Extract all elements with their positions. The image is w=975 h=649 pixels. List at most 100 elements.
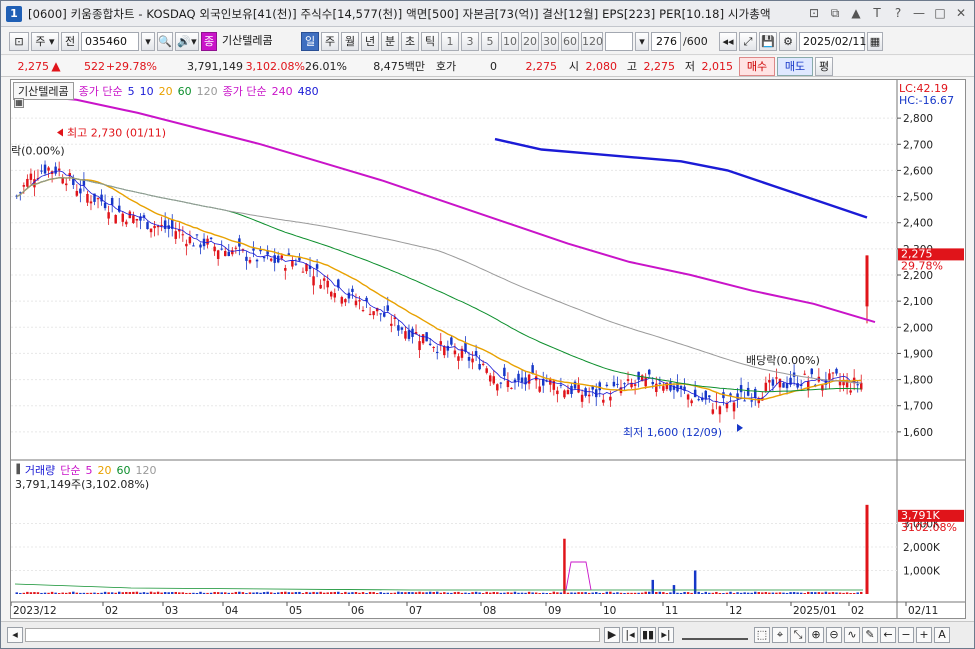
interval-dropdown-icon[interactable]: ▾ — [635, 32, 649, 51]
volume-bar — [238, 591, 241, 594]
buy-button[interactable]: 매수 — [739, 56, 775, 76]
code-dropdown-icon[interactable]: ▾ — [141, 32, 155, 51]
zoom-in-icon[interactable]: ⊕ — [808, 627, 824, 643]
volume-bar — [471, 592, 474, 594]
candle-body — [26, 178, 29, 187]
volume-bar — [404, 592, 407, 594]
font-size-icon[interactable]: A — [934, 627, 950, 643]
period-tick-button[interactable]: 틱 — [421, 32, 439, 51]
period-minute-button[interactable]: 분 — [381, 32, 399, 51]
candle-body — [199, 244, 202, 248]
scroll-start-icon[interactable]: ◂ — [7, 627, 23, 643]
period-month-button[interactable]: 월 — [341, 32, 359, 51]
chart-area[interactable]: 2,8002,7002,6002,5002,4002,3002,2002,100… — [10, 79, 966, 619]
layout-icon[interactable]: ⊡ — [807, 5, 821, 21]
draw-icon[interactable]: ✎ — [862, 627, 878, 643]
select-icon[interactable]: ⬚ — [754, 627, 770, 643]
indicator-icon[interactable]: ⤢ — [739, 32, 757, 51]
date-input[interactable]: 2025/02/11 — [799, 32, 866, 51]
interval-10-button[interactable]: 10 — [501, 32, 519, 51]
interval-60-button[interactable]: 60 — [561, 32, 579, 51]
candle-body — [22, 185, 26, 187]
candle-body — [96, 198, 100, 200]
candle-body — [110, 198, 114, 205]
candle-body — [835, 368, 838, 374]
bar-count-input[interactable]: 276 — [651, 32, 681, 51]
interval-1-button[interactable]: 1 — [441, 32, 459, 51]
jump-back-icon[interactable]: |◂ — [622, 627, 638, 643]
maximize-icon[interactable]: □ — [933, 5, 947, 21]
volume-bar — [287, 592, 291, 594]
trend-icon[interactable]: ∿ — [844, 627, 860, 643]
volume-bar — [125, 591, 128, 594]
time-scrollbar[interactable] — [25, 628, 600, 642]
plus-icon[interactable]: + — [916, 627, 932, 643]
volume-bar — [344, 591, 347, 594]
scroll-left-icon[interactable]: ◂◂ — [719, 32, 737, 51]
volume-bar — [739, 592, 743, 594]
crosshair-icon[interactable]: ⌖ — [772, 627, 788, 643]
volume-bar — [729, 591, 732, 594]
candle-body — [803, 373, 806, 375]
stock-code-input[interactable]: 035460 — [81, 32, 139, 51]
interval-3-button[interactable]: 3 — [461, 32, 479, 51]
minus-icon[interactable]: − — [898, 627, 914, 643]
minimize-icon[interactable]: — — [912, 5, 926, 21]
interval-120-button[interactable]: 120 — [581, 32, 603, 51]
candle-body — [467, 357, 471, 361]
period-second-button[interactable]: 초 — [401, 32, 419, 51]
zoom-slider[interactable] — [682, 630, 748, 640]
zoom-out-icon[interactable]: ⊖ — [826, 627, 842, 643]
volume-bar — [725, 592, 729, 594]
search-icon[interactable]: 🔍 — [157, 32, 173, 51]
volume-bar — [435, 591, 439, 594]
close-icon[interactable]: ✕ — [954, 5, 968, 21]
volume-bar — [255, 592, 259, 594]
avg-button[interactable]: 평 — [815, 56, 833, 76]
ma60-line — [16, 177, 862, 393]
interval-5-button[interactable]: 5 — [481, 32, 499, 51]
candle-body — [732, 402, 736, 412]
volume-bar — [128, 592, 132, 594]
candle-body — [354, 300, 358, 306]
sound-icon[interactable]: 🔊▾ — [175, 32, 199, 51]
volume-bar — [439, 592, 443, 594]
candle-body — [351, 288, 354, 292]
price-volume-chart[interactable]: 2,8002,7002,6002,5002,4002,3002,2002,100… — [11, 80, 965, 618]
volume-bar — [269, 592, 273, 594]
restore-window-icon[interactable]: ⧉ — [828, 5, 842, 21]
interval-20-button[interactable]: 20 — [521, 32, 539, 51]
pin-icon[interactable]: ▲ — [849, 5, 863, 21]
candle-body — [213, 246, 216, 252]
fit-icon[interactable]: ⤡ — [790, 627, 806, 643]
market-select[interactable]: 주 ▾ — [31, 32, 59, 51]
volume-bar — [15, 592, 19, 594]
interval-custom-input[interactable] — [605, 32, 633, 51]
help-icon[interactable]: ? — [891, 5, 905, 21]
pause-icon[interactable]: ▮▮ — [640, 627, 656, 643]
interval-30-button[interactable]: 30 — [541, 32, 559, 51]
scroll-left-nav-icon[interactable]: ← — [880, 627, 896, 643]
candle-body — [453, 350, 457, 355]
market-all-button[interactable]: 전 — [61, 32, 79, 51]
play-icon[interactable]: ▶ — [604, 627, 620, 643]
sell-button[interactable]: 매도 — [777, 56, 813, 76]
settings-icon[interactable]: ⚙ — [779, 32, 797, 51]
volume-bar — [209, 592, 213, 594]
candle-body — [481, 363, 485, 365]
grid-icon[interactable]: ▦ — [14, 98, 24, 108]
volume-bar — [538, 593, 541, 594]
period-day-button[interactable]: 일 — [301, 32, 319, 51]
chart-type-icon[interactable]: ⊡ — [9, 32, 29, 51]
candle-body — [612, 381, 616, 387]
text-icon[interactable]: T — [870, 5, 884, 21]
period-week-button[interactable]: 주 — [321, 32, 339, 51]
turnover-rate: 26.01% — [305, 59, 347, 73]
calendar-icon[interactable]: ▦ — [867, 32, 883, 51]
period-year-button[interactable]: 년 — [361, 32, 379, 51]
volume-bar — [700, 593, 704, 594]
low-annotation: 최저 1,600 (12/09) — [623, 426, 722, 439]
volume-bar — [499, 592, 503, 594]
save-icon[interactable]: 💾 — [759, 32, 777, 51]
jump-forward-icon[interactable]: ▸| — [658, 627, 674, 643]
